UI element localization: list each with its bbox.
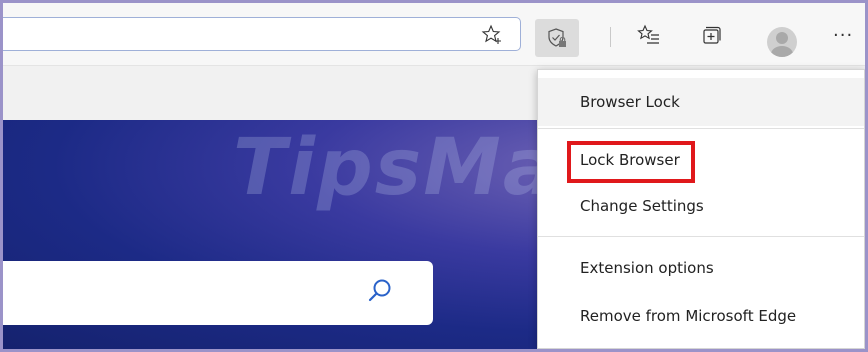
avatar-body xyxy=(771,46,793,57)
menu-divider xyxy=(538,128,864,129)
highlight-annotation-box xyxy=(567,141,695,183)
search-icon[interactable] xyxy=(365,276,395,306)
browser-lock-extension-button[interactable] xyxy=(535,19,579,57)
favorites-list-icon[interactable] xyxy=(636,23,662,47)
avatar-head xyxy=(776,32,788,44)
add-favorite-star-icon[interactable] xyxy=(480,23,504,47)
menu-item-extension-options[interactable]: Extension options xyxy=(538,244,864,292)
browser-window: ··· TipsMake Browser Lock Lock Browser C… xyxy=(3,3,865,349)
menu-header-browser-lock[interactable]: Browser Lock xyxy=(538,78,864,126)
address-bar[interactable] xyxy=(3,17,521,51)
profile-avatar[interactable] xyxy=(767,27,797,57)
collections-icon[interactable] xyxy=(699,23,723,47)
menu-item-change-settings[interactable]: Change Settings xyxy=(538,182,864,230)
menu-item-remove-extension[interactable]: Remove from Microsoft Edge xyxy=(538,292,864,340)
shield-lock-icon xyxy=(548,28,566,47)
menu-divider xyxy=(538,236,864,237)
toolbar-separator xyxy=(610,27,611,47)
more-options-icon[interactable]: ··· xyxy=(833,27,853,45)
extension-dropdown-menu: Browser Lock Lock Browser Change Setting… xyxy=(537,69,865,349)
browser-toolbar: ··· xyxy=(3,3,865,65)
